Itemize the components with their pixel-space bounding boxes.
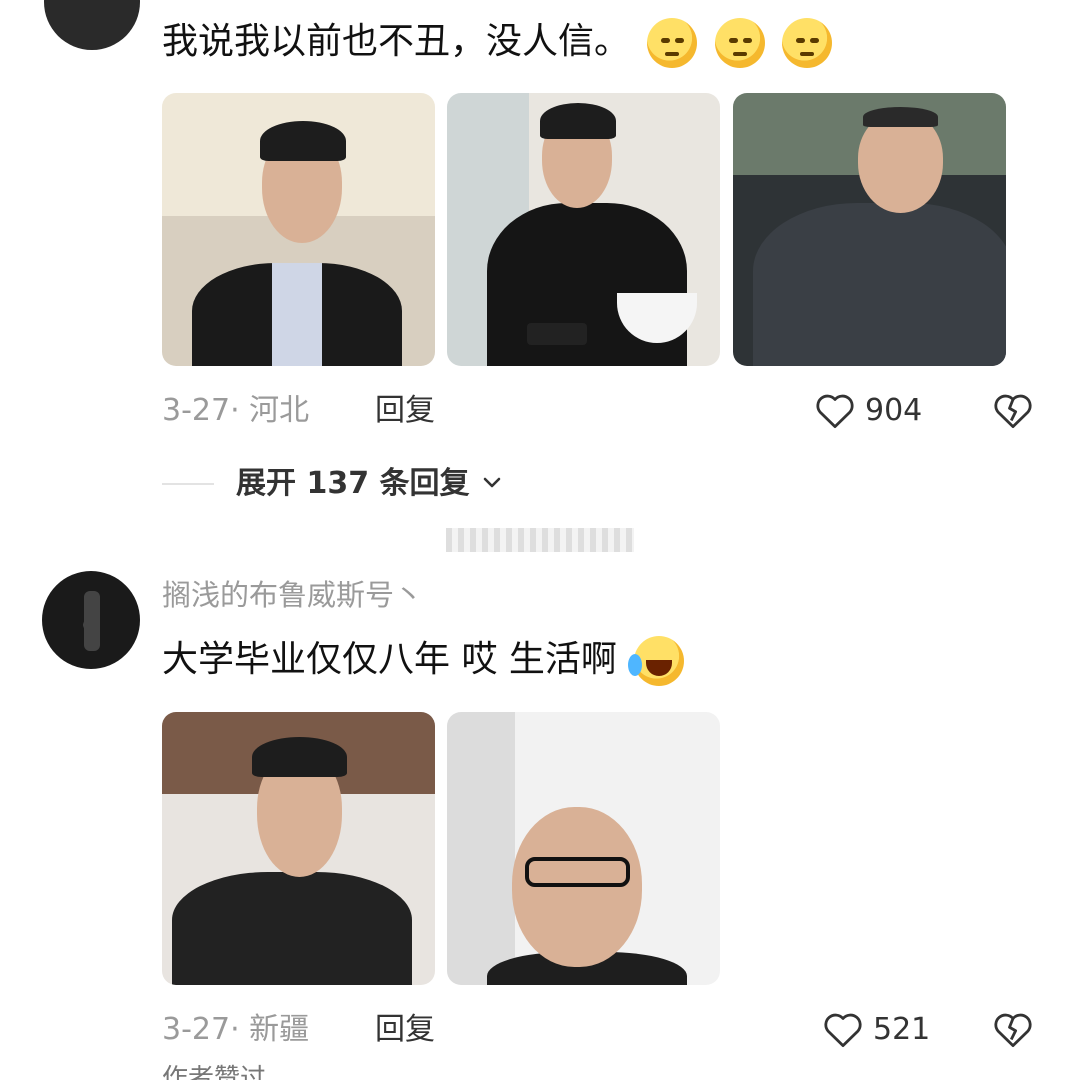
watermark-blur — [446, 528, 634, 552]
like-count: 521 — [873, 1012, 931, 1047]
author-liked-tag: 作者赞过 — [162, 1064, 302, 1080]
reply-button[interactable]: 回复 — [375, 1012, 435, 1048]
author-liked-label: 作者赞过 — [162, 1064, 267, 1080]
chevron-down-icon — [480, 467, 504, 503]
dislike-broken-heart-icon[interactable] — [992, 390, 1034, 430]
dislike-broken-heart-icon[interactable] — [992, 1009, 1034, 1049]
comment-image-1[interactable] — [162, 93, 435, 366]
like-count: 904 — [865, 393, 923, 428]
reply-button[interactable]: 回复 — [375, 393, 435, 429]
comment-text-row: 大学毕业仅仅八年 哎 生活啊 — [162, 636, 685, 686]
user-avatar[interactable] — [44, 0, 140, 50]
loudly-crying-face-icon — [628, 636, 685, 686]
expand-replies-button[interactable]: 展开 137 条回复 — [236, 466, 504, 503]
comment-image-2[interactable] — [447, 712, 720, 985]
comment-image-2[interactable] — [447, 93, 720, 366]
comment-date-location: 3-27· 新疆 — [162, 1012, 310, 1047]
pleading-face-icon — [782, 18, 833, 68]
user-avatar[interactable] — [42, 571, 140, 669]
comment-text: 我说我以前也不丑，没人信。 — [162, 21, 631, 62]
comment-image-3[interactable] — [733, 93, 1006, 366]
pleading-face-icon — [714, 18, 765, 68]
comment-text: 大学毕业仅仅八年 哎 生活啊 — [162, 639, 617, 680]
comment-date-location: 3-27· 河北 — [162, 393, 310, 428]
comment-text-row: 我说我以前也不丑，没人信。 — [162, 18, 833, 68]
like-heart-icon[interactable] — [822, 1009, 864, 1049]
expand-divider — [162, 483, 214, 485]
like-heart-icon[interactable] — [814, 390, 856, 430]
pleading-face-icon — [647, 18, 698, 68]
username[interactable]: 搁浅的布鲁威斯号丶 — [162, 578, 423, 612]
comment-image-1[interactable] — [162, 712, 435, 985]
expand-replies-label: 展开 137 条回复 — [236, 466, 470, 501]
